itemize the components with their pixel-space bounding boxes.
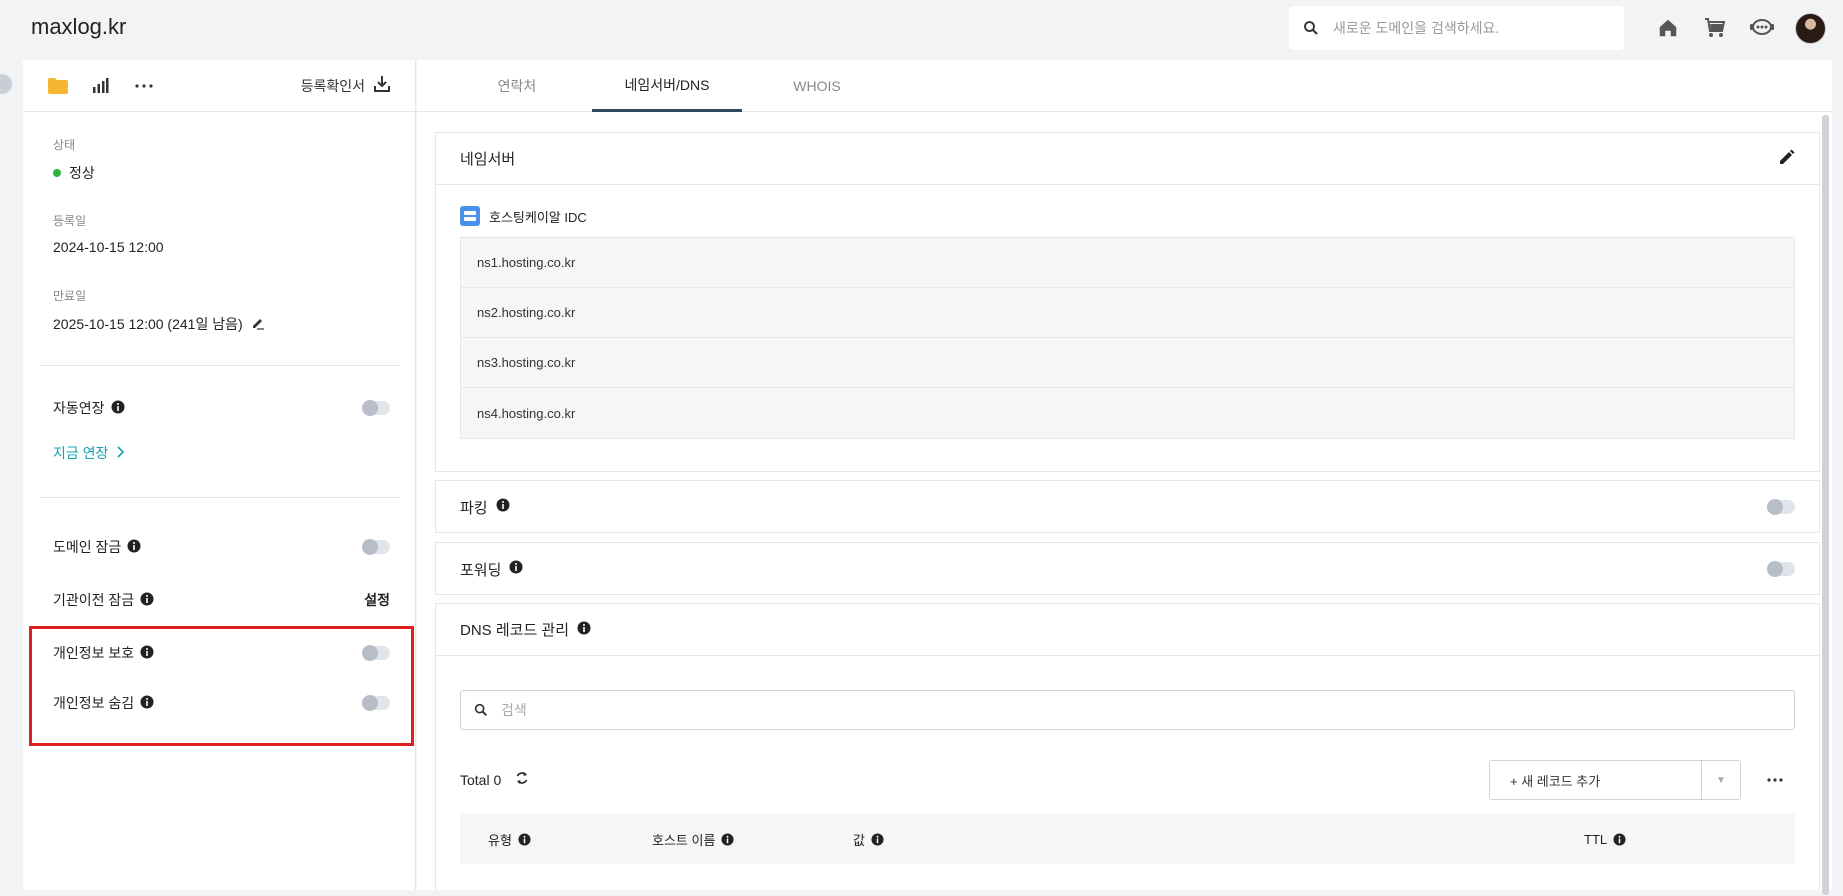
nameserver-list: ns1.hosting.co.kr ns2.hosting.co.kr ns3.… <box>460 237 1795 439</box>
more-icon[interactable] <box>1755 778 1795 782</box>
dns-search-box[interactable] <box>460 690 1795 730</box>
registered-label: 등록일 <box>53 214 87 228</box>
edit-icon[interactable] <box>251 316 265 333</box>
auto-renew-row: 자동연장 <box>53 398 390 418</box>
info-icon[interactable] <box>140 592 154 609</box>
registered-field: 등록일 2024-10-15 12:00 <box>53 212 164 255</box>
renew-now-link[interactable]: 지금 연장 <box>53 443 125 463</box>
auto-renew-toggle[interactable] <box>362 400 390 416</box>
cart-icon[interactable] <box>1701 14 1729 42</box>
renew-now-label: 지금 연장 <box>53 445 109 461</box>
avatar[interactable] <box>1795 13 1826 44</box>
chevron-down-icon[interactable]: ▼ <box>1702 761 1740 799</box>
nameserver-provider: 호스팅케이알 IDC <box>436 195 1819 237</box>
expiry-field: 만료일 2025-10-15 12:00 (241일 남음) <box>53 287 265 334</box>
dns-records-card: DNS 레코드 관리 Total 0 + 새 레코드 추가 ▼ <box>435 603 1820 890</box>
list-item: ns2.hosting.co.kr <box>461 288 1794 338</box>
dns-title: DNS 레코드 관리 <box>460 622 570 639</box>
site-title[interactable]: maxlog.kr <box>31 14 126 40</box>
transfer-lock-label: 기관이전 잠금 <box>53 592 135 608</box>
info-icon[interactable] <box>509 560 523 578</box>
domain-info-panel: 등록확인서 상태 정상 등록일 2024-10-15 12:00 만료일 202… <box>23 60 416 890</box>
chevron-right-icon <box>116 445 125 461</box>
parking-title: 파킹 <box>460 499 488 517</box>
nameserver-card: 네임서버 호스팅케이알 IDC ns1.hosting.co.kr ns2.ho… <box>435 132 1820 472</box>
panel-toolbar: 등록확인서 <box>23 60 415 112</box>
status-label: 상태 <box>53 138 76 152</box>
main-panel: 연락처 네임서버/DNS WHOIS 네임서버 호스팅케이알 IDC ns1.h… <box>417 60 1832 890</box>
tab-nameserver-dns[interactable]: 네임서버/DNS <box>592 60 742 112</box>
record-total: Total 0 <box>460 772 502 788</box>
list-item: ns3.hosting.co.kr <box>461 338 1794 388</box>
domain-search-input[interactable] <box>1333 20 1603 36</box>
forwarding-toggle[interactable] <box>1767 561 1795 577</box>
search-icon <box>1289 19 1333 37</box>
domain-search-box[interactable] <box>1289 6 1624 50</box>
folder-icon[interactable] <box>47 71 91 101</box>
certificate-label: 등록확인서 <box>300 77 365 94</box>
domain-lock-toggle[interactable] <box>362 539 390 555</box>
registration-certificate-button[interactable]: 등록확인서 <box>301 75 391 96</box>
column-header-type[interactable]: 유형 <box>488 830 531 849</box>
pencil-icon[interactable] <box>1779 149 1795 169</box>
dns-toolbar: Total 0 + 새 레코드 추가 ▼ <box>460 760 1795 800</box>
tab-contacts[interactable]: 연락처 <box>442 60 592 112</box>
registered-value: 2024-10-15 12:00 <box>53 239 164 255</box>
server-icon <box>460 206 480 226</box>
highlight-box <box>29 626 414 746</box>
info-icon <box>1613 832 1626 846</box>
column-header-value[interactable]: 값 <box>853 830 884 849</box>
add-record-button-group: + 새 레코드 추가 ▼ <box>1489 760 1741 800</box>
column-label: TTL <box>1584 831 1608 847</box>
renew-now-row: 지금 연장 <box>53 443 390 463</box>
tab-whois[interactable]: WHOIS <box>742 60 892 112</box>
divider <box>40 365 400 366</box>
auto-renew-label: 자동연장 <box>53 400 105 416</box>
info-icon <box>871 832 884 846</box>
transfer-lock-row: 기관이전 잠금 설정 <box>53 590 390 610</box>
info-icon[interactable] <box>127 539 141 556</box>
stats-icon[interactable] <box>91 71 135 101</box>
scrollbar[interactable] <box>1822 115 1829 895</box>
domain-lock-row: 도메인 잠금 <box>53 537 390 557</box>
download-icon <box>373 75 391 96</box>
status-dot <box>53 169 61 177</box>
provider-name: 호스팅케이알 IDC <box>489 209 587 225</box>
sidebar-collapse-button[interactable] <box>0 74 12 94</box>
add-record-button[interactable]: + 새 레코드 추가 <box>1490 761 1702 799</box>
more-icon[interactable] <box>135 71 179 101</box>
parking-card: 파킹 <box>435 480 1820 533</box>
info-icon <box>518 832 531 846</box>
dns-search-input[interactable] <box>501 702 1701 718</box>
list-item: ns4.hosting.co.kr <box>461 388 1794 438</box>
column-label: 유형 <box>488 832 512 848</box>
domain-lock-label: 도메인 잠금 <box>53 539 122 555</box>
top-bar: maxlog.kr <box>0 0 1843 58</box>
status-field: 상태 정상 <box>53 136 95 183</box>
parking-toggle[interactable] <box>1767 499 1795 515</box>
expiry-value: 2025-10-15 12:00 (241일 남음) <box>53 316 243 332</box>
expiry-label: 만료일 <box>53 289 87 303</box>
tab-bar: 연락처 네임서버/DNS WHOIS <box>417 60 1832 112</box>
support-chat-icon[interactable] <box>1748 14 1776 42</box>
info-icon[interactable] <box>111 400 125 417</box>
info-icon <box>721 832 734 846</box>
column-header-host[interactable]: 호스트 이름 <box>652 830 734 849</box>
list-item: ns1.hosting.co.kr <box>461 238 1794 288</box>
forwarding-title: 포워딩 <box>460 561 502 579</box>
info-icon[interactable] <box>577 621 591 639</box>
dns-table-header: 유형 호스트 이름 값 TTL <box>460 814 1795 864</box>
info-icon[interactable] <box>496 498 510 516</box>
column-header-ttl[interactable]: TTL <box>1584 832 1626 847</box>
column-label: 값 <box>853 832 865 848</box>
home-icon[interactable] <box>1654 14 1682 42</box>
refresh-icon[interactable] <box>515 771 529 790</box>
divider <box>40 497 400 498</box>
forwarding-card: 포워딩 <box>435 542 1820 595</box>
search-icon <box>461 702 501 718</box>
column-label: 호스트 이름 <box>652 832 716 848</box>
nameserver-title: 네임서버 <box>460 151 516 168</box>
status-value: 정상 <box>69 165 95 181</box>
transfer-lock-setting-button[interactable]: 설정 <box>364 590 390 610</box>
